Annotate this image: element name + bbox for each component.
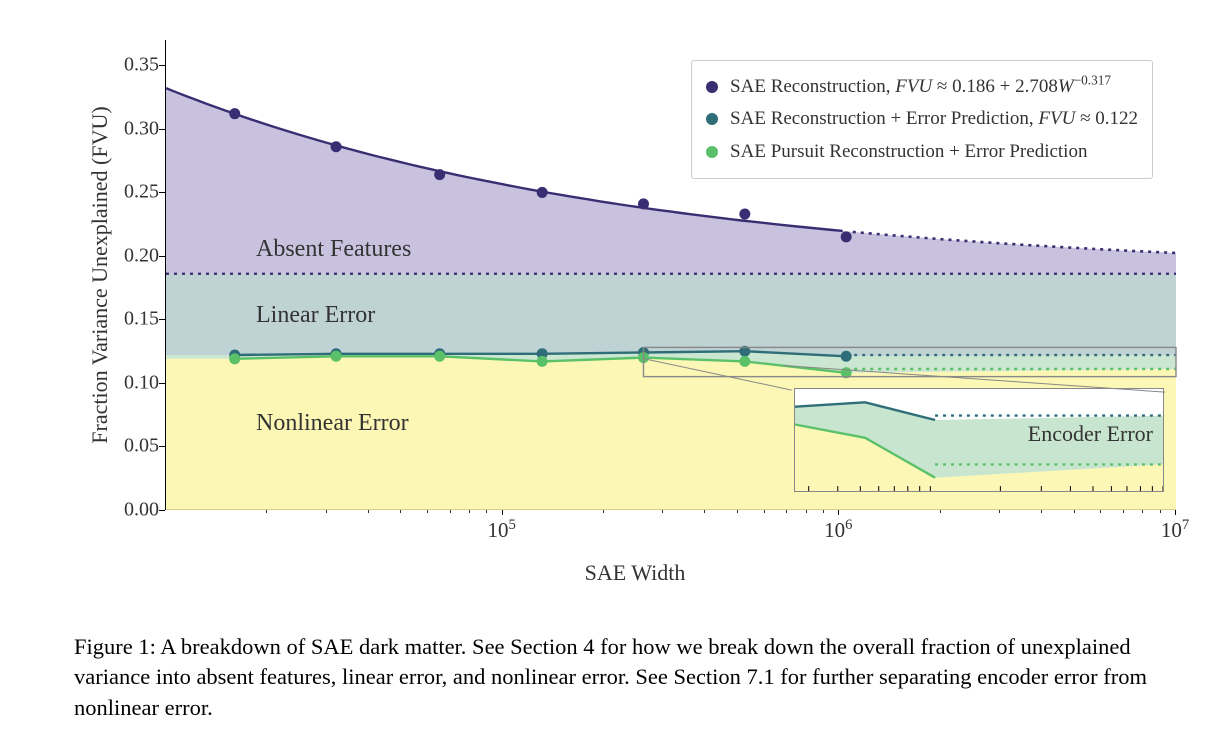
region-label-linear: Linear Error: [256, 302, 375, 329]
legend-label: SAE Pursuit Reconstruction + Error Predi…: [730, 136, 1087, 168]
x-tick-label: 107: [1161, 518, 1189, 543]
y-tick-label: 0.05: [109, 435, 159, 458]
inset-label: Encoder Error: [1028, 421, 1153, 447]
x-axis: 105106107: [165, 510, 1175, 550]
chart-container: Fraction Variance Unexplained (FVU) SAE …: [75, 20, 1195, 590]
y-tick-label: 0.15: [109, 308, 159, 331]
x-tick-label: 105: [487, 518, 515, 543]
y-tick-label: 0.10: [109, 371, 159, 394]
legend-item: SAE Pursuit Reconstruction + Error Predi…: [706, 136, 1138, 168]
plot-frame: Absent Features Linear Error Nonlinear E…: [165, 40, 1175, 510]
legend-marker-icon: [706, 81, 718, 93]
legend: SAE Reconstruction, FVU ≈ 0.186 + 2.708W…: [691, 60, 1153, 179]
legend-item: SAE Reconstruction, FVU ≈ 0.186 + 2.708W…: [706, 71, 1138, 103]
inset-plot: Encoder Error: [794, 388, 1164, 492]
legend-item: SAE Reconstruction + Error Prediction, F…: [706, 103, 1138, 135]
y-axis: 0.000.050.100.150.200.250.300.35: [135, 40, 165, 510]
region-label-nonlinear: Nonlinear Error: [256, 410, 409, 437]
legend-marker-icon: [706, 146, 718, 158]
region-label-absent: Absent Features: [256, 236, 411, 263]
figure-caption: Figure 1: A breakdown of SAE dark matter…: [74, 632, 1149, 723]
y-tick-label: 0.30: [109, 117, 159, 140]
legend-label: SAE Reconstruction + Error Prediction, F…: [730, 103, 1138, 135]
y-tick-label: 0.25: [109, 181, 159, 204]
y-tick-label: 0.20: [109, 244, 159, 267]
y-tick-label: 0.00: [109, 499, 159, 522]
x-axis-label: SAE Width: [585, 560, 686, 586]
x-tick-label: 106: [824, 518, 852, 543]
legend-label: SAE Reconstruction, FVU ≈ 0.186 + 2.708W…: [730, 71, 1111, 103]
legend-marker-icon: [706, 113, 718, 125]
y-tick-label: 0.35: [109, 54, 159, 77]
